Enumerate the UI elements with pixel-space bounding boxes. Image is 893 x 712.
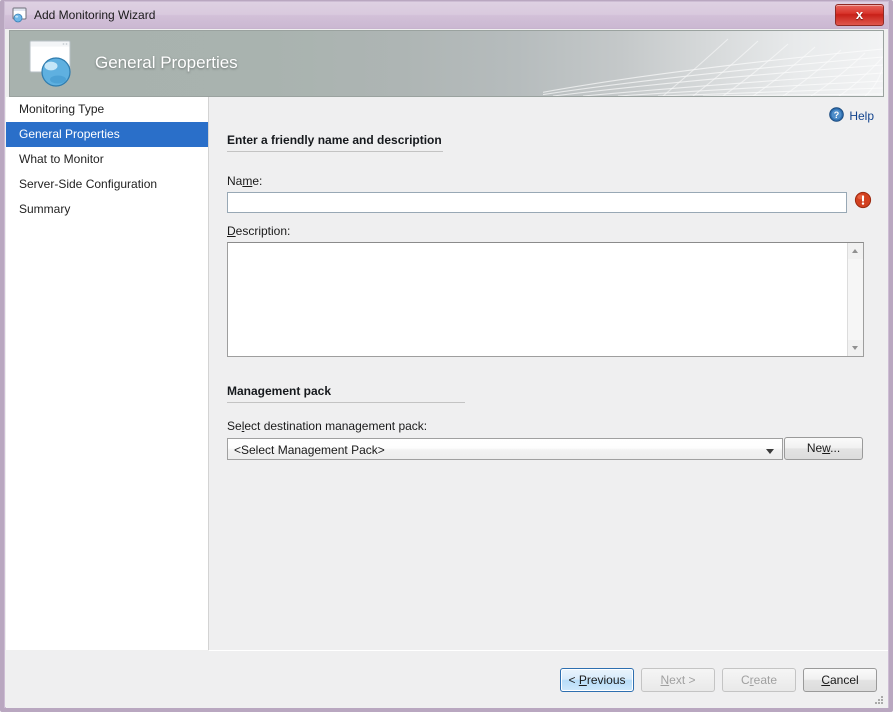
create-button[interactable]: Create — [722, 668, 796, 692]
sidebar-item-server-side-configuration[interactable]: Server-Side Configuration — [6, 172, 208, 197]
banner-mesh-graphic — [543, 31, 883, 96]
description-label: Description: — [227, 224, 290, 238]
sidebar-item-label: Summary — [19, 202, 70, 216]
sidebar-item-label: What to Monitor — [19, 152, 104, 166]
management-pack-label: Select destination management pack: — [227, 419, 427, 433]
section-rule-management-pack — [227, 402, 465, 403]
next-button-label: Next > — [642, 669, 714, 691]
mp-label-post: ect destination management pack: — [244, 419, 427, 433]
wizard-window-icon — [12, 7, 29, 23]
scrollbar-track[interactable] — [848, 259, 863, 340]
name-label-accel: m — [242, 174, 252, 188]
name-label: Name: — [227, 174, 262, 188]
wizard-footer: < Previous Next > Create Cancel — [6, 651, 888, 708]
page-title: General Properties — [95, 53, 238, 73]
previous-button-label: < Previous — [561, 669, 633, 691]
section-heading-management-pack: Management pack — [227, 384, 331, 402]
sidebar-item-summary[interactable]: Summary — [6, 197, 208, 222]
resize-grip[interactable] — [872, 693, 884, 705]
sidebar-item-general-properties[interactable]: General Properties — [6, 122, 208, 147]
wizard-banner: General Properties — [9, 30, 884, 97]
create-button-label: Create — [723, 669, 795, 691]
section-heading-friendly-name: Enter a friendly name and description — [227, 133, 442, 151]
chevron-down-icon — [766, 449, 774, 454]
section-rule-friendly-name — [227, 151, 443, 152]
svg-text:?: ? — [834, 110, 840, 120]
window-inner-frame: Add Monitoring Wizard x — [4, 1, 889, 708]
sidebar-item-monitoring-type[interactable]: Monitoring Type — [6, 97, 208, 122]
wizard-step-sidebar: Monitoring Type General Properties What … — [6, 97, 209, 650]
sidebar-item-label: Server-Side Configuration — [19, 177, 157, 191]
cancel-button[interactable]: Cancel — [803, 668, 877, 692]
title-bar[interactable]: Add Monitoring Wizard x — [5, 2, 888, 29]
next-button[interactable]: Next > — [641, 668, 715, 692]
description-scrollbar[interactable] — [847, 243, 863, 356]
help-link-label: Help — [849, 109, 874, 123]
wizard-page-icon — [26, 38, 88, 90]
help-link[interactable]: ? Help — [829, 107, 874, 125]
wizard-window: Add Monitoring Wizard x — [0, 0, 893, 712]
error-exclamation-icon — [854, 191, 872, 212]
window-title: Add Monitoring Wizard — [34, 8, 155, 22]
sidebar-item-what-to-monitor[interactable]: What to Monitor — [6, 147, 208, 172]
sidebar-item-label: Monitoring Type — [19, 102, 104, 116]
new-management-pack-button[interactable]: New... — [784, 437, 863, 460]
description-label-post: escription: — [236, 224, 291, 238]
scroll-up-arrow-icon[interactable] — [848, 243, 863, 259]
help-question-icon: ? — [829, 107, 844, 125]
description-label-accel: D — [227, 224, 236, 238]
cancel-button-label: Cancel — [804, 669, 876, 691]
close-icon: x — [836, 6, 883, 24]
mp-label-pre: Se — [227, 419, 242, 433]
management-pack-select[interactable]: <Select Management Pack> — [227, 438, 783, 460]
name-input[interactable] — [227, 192, 847, 213]
wizard-content-pane: ? Help Enter a friendly name and descrip… — [209, 97, 888, 650]
description-textarea[interactable] — [228, 243, 848, 356]
management-pack-selected-value: <Select Management Pack> — [234, 443, 385, 457]
close-button[interactable]: x — [835, 4, 884, 26]
description-box — [227, 242, 864, 357]
new-button-label: New... — [785, 438, 862, 459]
name-label-post: e: — [252, 174, 262, 188]
sidebar-item-label: General Properties — [19, 127, 120, 141]
name-label-pre: Na — [227, 174, 242, 188]
scroll-down-arrow-icon[interactable] — [848, 340, 863, 356]
previous-button[interactable]: < Previous — [560, 668, 634, 692]
